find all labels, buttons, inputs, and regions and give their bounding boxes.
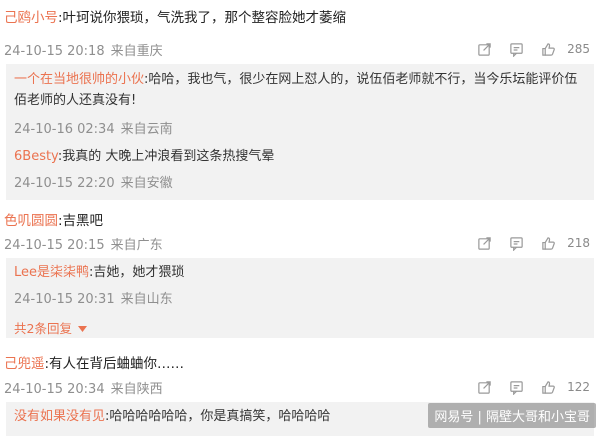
comment-2-text: :吉黑吧: [58, 213, 104, 229]
reply-2-1-meta: 24-10-15 20:31 来自山东: [14, 288, 173, 307]
more-replies-link[interactable]: 共2条回复: [14, 318, 87, 337]
comment-2-like-count: 218: [567, 236, 590, 250]
reply-1-1-location: 来自云南: [120, 122, 173, 137]
comment-3-text: :有人在背后蛐蛐你……: [44, 356, 185, 372]
reply-1-2: 6Besty:我真的 大晚上冲浪看到这条热搜气晕: [14, 146, 274, 167]
reply-2-1-time: 24-10-15 20:31: [14, 292, 115, 307]
reply-2-1-location: 来自山东: [120, 292, 173, 307]
like-icon[interactable]: [532, 234, 564, 252]
comment-1-text: :叶珂说你猥琐，气洗我了，那个整容脸她才萎缩: [58, 10, 347, 26]
reply-1-1: 一个在当地很帅的小伙:哈哈，我也气，很少在网上怼人的，说伍佰老师就不行，当今乐坛…: [14, 69, 584, 111]
comment-3-like-count: 122: [567, 380, 590, 394]
reply-1-1-meta: 24-10-16 02:34 来自云南: [14, 118, 173, 137]
reply-1-2-time: 24-10-15 22:20: [14, 176, 115, 191]
reply-1-1-username[interactable]: 一个在当地很帅的小伙: [14, 72, 144, 87]
like-icon[interactable]: [532, 378, 564, 396]
comment-3-line: 己兜遥:有人在背后蛐蛐你……: [4, 352, 184, 372]
share-icon[interactable]: [468, 40, 500, 58]
share-icon[interactable]: [468, 234, 500, 252]
comment-3-actions: 122: [468, 378, 592, 396]
comment-2-actions: 218: [468, 234, 592, 252]
like-icon[interactable]: [532, 40, 564, 58]
comment-3-time: 24-10-15 20:34: [4, 382, 105, 397]
comment-1-username[interactable]: 己鸥小号: [4, 10, 58, 26]
reply-2-1-username[interactable]: Lee是柒柒鸭: [14, 265, 89, 280]
reply-1-2-username[interactable]: 6Besty: [14, 149, 58, 164]
chevron-down-icon: [77, 326, 87, 332]
comment-3-meta: 24-10-15 20:34 来自陕西: [4, 378, 163, 397]
comment-2-time: 24-10-15 20:15: [4, 238, 105, 253]
watermark: 网易号 | 隔壁大哥和小宝哥: [428, 403, 596, 428]
reply-1-2-text: :我真的 大晚上冲浪看到这条热搜气晕: [57, 149, 275, 164]
reply-2-1: Lee是柒柒鸭:吉她，她才猥琐: [14, 262, 184, 283]
comment-3-username[interactable]: 己兜遥: [4, 356, 45, 372]
comment-1-location: 来自重庆: [110, 44, 163, 59]
reply-1-2-location: 来自安徽: [120, 176, 173, 191]
comment-2-line: 色叽圆圆:吉黑吧: [4, 209, 103, 229]
reply-2-1-text: :吉她，她才猥琐: [89, 265, 185, 280]
comment-1-actions: 285: [468, 40, 592, 58]
share-icon[interactable]: [468, 378, 500, 396]
comment-1-like-count: 285: [567, 42, 590, 56]
comment-1-meta: 24-10-15 20:18 来自重庆: [4, 40, 163, 59]
reply-3-1-text: :哈哈哈哈哈哈，你是真搞笑，哈哈哈哈: [105, 409, 331, 424]
reply-3-1: 没有如果没有见:哈哈哈哈哈哈，你是真搞笑，哈哈哈哈: [14, 406, 330, 427]
comment-icon[interactable]: [500, 40, 532, 58]
comment-2-location: 来自广东: [110, 238, 163, 253]
reply-3-1-username[interactable]: 没有如果没有见: [14, 409, 105, 424]
comment-icon[interactable]: [500, 378, 532, 396]
comment-icon[interactable]: [500, 234, 532, 252]
comment-2-username[interactable]: 色叽圆圆: [4, 213, 58, 229]
more-replies-label: 共2条回复: [14, 321, 72, 336]
reply-1-2-meta: 24-10-15 22:20 来自安徽: [14, 172, 173, 191]
reply-1-1-time: 24-10-16 02:34: [14, 122, 115, 137]
comment-1-line: 己鸥小号:叶珂说你猥琐，气洗我了，那个整容脸她才萎缩: [4, 6, 346, 26]
comment-2-meta: 24-10-15 20:15 来自广东: [4, 234, 163, 253]
comment-1-time: 24-10-15 20:18: [4, 44, 105, 59]
comment-3-location: 来自陕西: [110, 382, 163, 397]
